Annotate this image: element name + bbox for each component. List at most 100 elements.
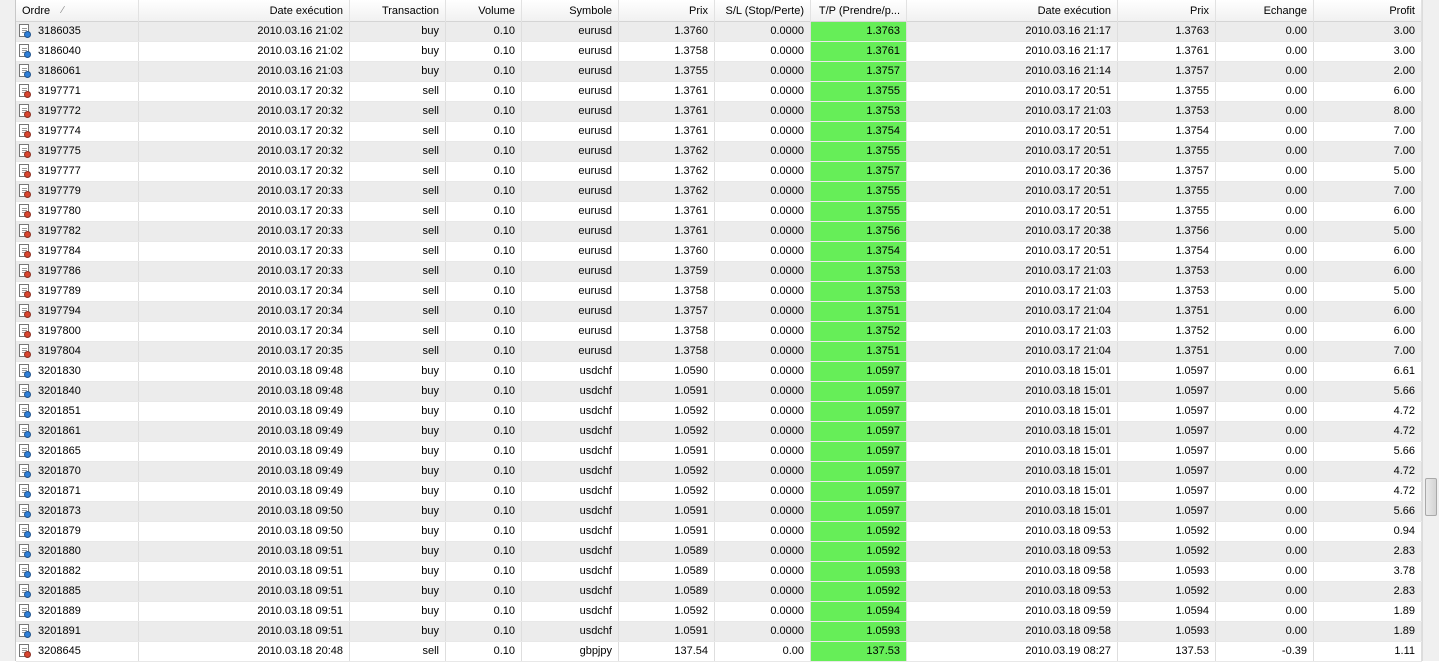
table-row[interactable]: 3186035 2010.03.16 21:02 buy 0.10 eurusd 1.37… xyxy=(16,22,1422,42)
table-row[interactable]: 3201885 2010.03.18 09:51 buy 0.10 usdchf 1.05… xyxy=(16,582,1422,602)
table-row[interactable]: 3201882 2010.03.18 09:51 buy 0.10 usdchf 1.05… xyxy=(16,562,1422,582)
cell-symbole: usdchf xyxy=(522,462,619,481)
table-row[interactable]: 3197777 2010.03.17 20:32 sell 0.10 eurusd 1.3… xyxy=(16,162,1422,182)
sell-order-icon xyxy=(18,244,32,259)
table-row[interactable]: 3208645 2010.03.18 20:48 sell 0.10 gbpjpy 137… xyxy=(16,642,1422,662)
table-row[interactable]: 3197789 2010.03.17 20:34 sell 0.10 eurusd 1.3… xyxy=(16,282,1422,302)
table-row[interactable]: 3201865 2010.03.18 09:49 buy 0.10 usdchf 1.05… xyxy=(16,442,1422,462)
cell-prix2: 1.0597 xyxy=(1118,362,1216,381)
cell-tp: 1.3751 xyxy=(811,302,907,321)
table-row[interactable]: 3186061 2010.03.16 21:03 buy 0.10 eurusd 1.37… xyxy=(16,62,1422,82)
table-row[interactable]: 3197804 2010.03.17 20:35 sell 0.10 eurusd 1.3… xyxy=(16,342,1422,362)
cell-ordre: 3201873 xyxy=(16,502,139,521)
table-row[interactable]: 3197779 2010.03.17 20:33 sell 0.10 eurusd 1.3… xyxy=(16,182,1422,202)
cell-transaction: sell xyxy=(350,322,446,341)
cell-profit: 5.66 xyxy=(1314,442,1422,461)
cell-symbole: usdchf xyxy=(522,622,619,641)
cell-prix1: 1.0590 xyxy=(619,362,715,381)
column-header-label: Symbole xyxy=(569,5,612,17)
cell-profit: 6.00 xyxy=(1314,302,1422,321)
column-header-tp[interactable]: T/P (Prendre/p... xyxy=(811,0,907,22)
cell-profit: 6.00 xyxy=(1314,242,1422,261)
column-header-prix2[interactable]: Prix xyxy=(1118,0,1216,22)
vertical-scrollbar[interactable] xyxy=(1422,0,1439,661)
cell-date2: 2010.03.16 21:17 xyxy=(907,42,1118,61)
cell-symbole: eurusd xyxy=(522,122,619,141)
table-row[interactable]: 3197784 2010.03.17 20:33 sell 0.10 eurusd 1.3… xyxy=(16,242,1422,262)
cell-volume: 0.10 xyxy=(446,282,522,301)
cell-volume: 0.10 xyxy=(446,22,522,41)
table-row[interactable]: 3197800 2010.03.17 20:34 sell 0.10 eurusd 1.3… xyxy=(16,322,1422,342)
column-header-echange[interactable]: Echange xyxy=(1216,0,1314,22)
cell-sl: 0.0000 xyxy=(715,462,811,481)
cell-date1: 2010.03.17 20:33 xyxy=(139,222,350,241)
cell-transaction: sell xyxy=(350,162,446,181)
cell-sl: 0.0000 xyxy=(715,62,811,81)
table-row[interactable]: 3201861 2010.03.18 09:49 buy 0.10 usdchf 1.05… xyxy=(16,422,1422,442)
cell-sl: 0.0000 xyxy=(715,242,811,261)
column-header-volume[interactable]: Volume xyxy=(446,0,522,22)
cell-sl: 0.0000 xyxy=(715,162,811,181)
cell-sl: 0.0000 xyxy=(715,42,811,61)
cell-date2: 2010.03.17 21:03 xyxy=(907,322,1118,341)
scrollbar-thumb[interactable] xyxy=(1425,478,1437,516)
column-header-transaction[interactable]: Transaction xyxy=(350,0,446,22)
column-header-prix1[interactable]: Prix xyxy=(619,0,715,22)
cell-profit: 5.00 xyxy=(1314,222,1422,241)
table-row[interactable]: 3201889 2010.03.18 09:51 buy 0.10 usdchf 1.05… xyxy=(16,602,1422,622)
table-row[interactable]: 3197794 2010.03.17 20:34 sell 0.10 eurusd 1.3… xyxy=(16,302,1422,322)
cell-transaction: buy xyxy=(350,362,446,381)
cell-prix1: 1.0592 xyxy=(619,402,715,421)
cell-prix1: 1.3762 xyxy=(619,142,715,161)
table-row[interactable]: 3201880 2010.03.18 09:51 buy 0.10 usdchf 1.05… xyxy=(16,542,1422,562)
table-row[interactable]: 3197780 2010.03.17 20:33 sell 0.10 eurusd 1.3… xyxy=(16,202,1422,222)
cell-prix2: 1.0597 xyxy=(1118,422,1216,441)
column-header-ordre[interactable]: Ordre ∕ xyxy=(16,0,139,22)
buy-order-icon xyxy=(18,464,32,479)
cell-sl: 0.0000 xyxy=(715,142,811,161)
cell-echange: 0.00 xyxy=(1216,502,1314,521)
table-row[interactable]: 3201891 2010.03.18 09:51 buy 0.10 usdchf 1.05… xyxy=(16,622,1422,642)
cell-date1: 2010.03.16 21:02 xyxy=(139,42,350,61)
cell-symbole: usdchf xyxy=(522,542,619,561)
table-row[interactable]: 3186040 2010.03.16 21:02 buy 0.10 eurusd 1.37… xyxy=(16,42,1422,62)
cell-echange: 0.00 xyxy=(1216,462,1314,481)
cell-date1: 2010.03.17 20:33 xyxy=(139,242,350,261)
cell-date2: 2010.03.17 20:51 xyxy=(907,122,1118,141)
cell-echange: 0.00 xyxy=(1216,222,1314,241)
cell-volume: 0.10 xyxy=(446,422,522,441)
table-row[interactable]: 3197775 2010.03.17 20:32 sell 0.10 eurusd 1.3… xyxy=(16,142,1422,162)
table-row[interactable]: 3201879 2010.03.18 09:50 buy 0.10 usdchf 1.05… xyxy=(16,522,1422,542)
cell-date2: 2010.03.17 21:04 xyxy=(907,302,1118,321)
column-header-date1[interactable]: Date exécution xyxy=(139,0,350,22)
table-row[interactable]: 3201840 2010.03.18 09:48 buy 0.10 usdchf 1.05… xyxy=(16,382,1422,402)
cell-tp: 1.3753 xyxy=(811,282,907,301)
cell-echange: 0.00 xyxy=(1216,242,1314,261)
column-header-date2[interactable]: Date exécution xyxy=(907,0,1118,22)
table-row[interactable]: 3201873 2010.03.18 09:50 buy 0.10 usdchf 1.05… xyxy=(16,502,1422,522)
cell-date2: 2010.03.18 09:59 xyxy=(907,602,1118,621)
column-header-symbole[interactable]: Symbole xyxy=(522,0,619,22)
table-row[interactable]: 3197774 2010.03.17 20:32 sell 0.10 eurusd 1.3… xyxy=(16,122,1422,142)
table-row[interactable]: 3197782 2010.03.17 20:33 sell 0.10 eurusd 1.3… xyxy=(16,222,1422,242)
cell-date2: 2010.03.17 21:03 xyxy=(907,282,1118,301)
cell-tp: 1.3755 xyxy=(811,202,907,221)
cell-prix1: 1.0592 xyxy=(619,422,715,441)
column-header-profit[interactable]: Profit xyxy=(1314,0,1422,22)
cell-date1: 2010.03.16 21:03 xyxy=(139,62,350,81)
cell-date1: 2010.03.18 09:51 xyxy=(139,622,350,641)
cell-date2: 2010.03.18 15:01 xyxy=(907,422,1118,441)
cell-prix1: 1.3758 xyxy=(619,342,715,361)
table-row[interactable]: 3201871 2010.03.18 09:49 buy 0.10 usdchf 1.05… xyxy=(16,482,1422,502)
table-row[interactable]: 3197772 2010.03.17 20:32 sell 0.10 eurusd 1.3… xyxy=(16,102,1422,122)
table-row[interactable]: 3201870 2010.03.18 09:49 buy 0.10 usdchf 1.05… xyxy=(16,462,1422,482)
table-row[interactable]: 3201830 2010.03.18 09:48 buy 0.10 usdchf 1.05… xyxy=(16,362,1422,382)
table-row[interactable]: 3201851 2010.03.18 09:49 buy 0.10 usdchf 1.05… xyxy=(16,402,1422,422)
column-header-sl[interactable]: S/L (Stop/Perte) xyxy=(715,0,811,22)
table-row[interactable]: 3197771 2010.03.17 20:32 sell 0.10 eurusd 1.3… xyxy=(16,82,1422,102)
table-row[interactable]: 3197786 2010.03.17 20:33 sell 0.10 eurusd 1.3… xyxy=(16,262,1422,282)
order-id: 3201870 xyxy=(38,465,81,477)
cell-tp: 1.0597 xyxy=(811,442,907,461)
cell-profit: 3.00 xyxy=(1314,42,1422,61)
buy-order-icon xyxy=(18,424,32,439)
